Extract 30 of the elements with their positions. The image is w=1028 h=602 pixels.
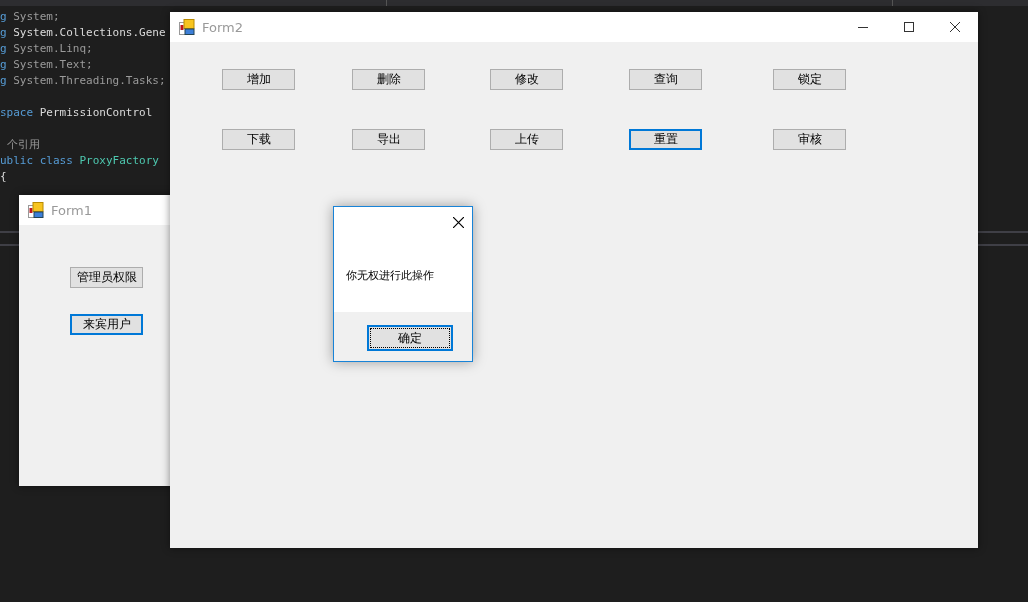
code-line: { [0, 169, 7, 185]
code-line: ublic class ProxyFactory [0, 153, 159, 169]
window-title: Form1 [51, 202, 93, 218]
window-title: Form2 [202, 19, 244, 35]
code-line: g System; [0, 9, 60, 25]
form-button[interactable]: 增加 [222, 69, 295, 90]
close-icon[interactable] [453, 216, 464, 228]
code-line: 个引用 [5, 137, 40, 153]
form-button[interactable]: 下载 [222, 129, 295, 150]
form-button[interactable]: 管理员权限 [70, 267, 143, 288]
app-icon [28, 202, 44, 218]
form-button[interactable]: 来宾用户 [70, 314, 143, 335]
form-button[interactable]: 审核 [773, 129, 846, 150]
ok-button[interactable]: 确定 [367, 325, 453, 351]
code-line: space PermissionControl [0, 105, 153, 121]
form-button[interactable]: 重置 [629, 129, 702, 150]
form-button[interactable]: 修改 [490, 69, 563, 90]
form-button[interactable]: 上传 [490, 129, 563, 150]
form-button[interactable]: 导出 [352, 129, 425, 150]
code-line: g System.Text; [0, 57, 93, 73]
code-line: g System.Collections.Gene [0, 25, 166, 41]
code-line: g System.Threading.Tasks; [0, 73, 166, 89]
form-button[interactable]: 查询 [629, 69, 702, 90]
message-text: 你无权进行此操作 [346, 269, 434, 282]
form-button[interactable]: 删除 [352, 69, 425, 90]
form-button[interactable]: 锁定 [773, 69, 846, 90]
close-icon[interactable] [950, 22, 960, 32]
maximize-icon[interactable] [904, 22, 914, 32]
app-icon [179, 19, 195, 35]
code-line: g System.Linq; [0, 41, 93, 57]
